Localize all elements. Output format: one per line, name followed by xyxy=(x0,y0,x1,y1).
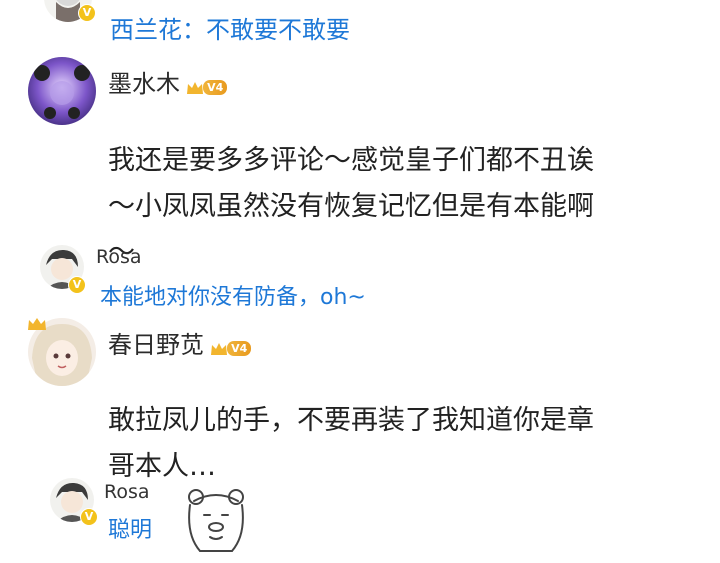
crown-icon xyxy=(211,342,228,355)
reply-text: 本能地对你没有防备，oh~ xyxy=(100,285,366,310)
avatar-image xyxy=(28,57,96,125)
reply-author-link[interactable]: 西兰花： xyxy=(110,16,206,44)
username[interactable]: 春日野苋 xyxy=(108,331,204,359)
reply-top[interactable]: 西兰花：不敢要不敢要 xyxy=(110,10,350,45)
verified-badge: V xyxy=(80,508,98,526)
comment-body: 我还是要多多评论～感觉皇子们都不丑诶 ～小凤凤虽然没有恢复记忆但是有本能啊 ～ xyxy=(108,145,594,268)
comment-header: 春日野苋 V4 xyxy=(108,325,252,360)
reply-username[interactable]: Rosa xyxy=(104,481,150,503)
verified-badge: V xyxy=(68,276,86,294)
level-badge: V4 xyxy=(185,79,228,97)
crown-icon xyxy=(28,318,46,330)
avatar-moshuimu[interactable] xyxy=(28,57,96,125)
comment-body: 敢拉凤儿的手，不要再装了我知道你是章 哥本人… xyxy=(108,405,594,482)
username[interactable]: 墨水木 xyxy=(108,70,180,98)
reply-text: 聪明 xyxy=(108,518,153,543)
reply-text: 不敢要不敢要 xyxy=(206,16,350,44)
reply-username[interactable]: Rosa xyxy=(96,246,142,268)
verified-badge: V xyxy=(78,4,96,22)
bear-sticker-icon xyxy=(188,489,244,552)
crown-icon xyxy=(187,81,204,94)
comment-header: 墨水木 V4 xyxy=(108,64,228,99)
level-badge: V4 xyxy=(209,340,252,358)
